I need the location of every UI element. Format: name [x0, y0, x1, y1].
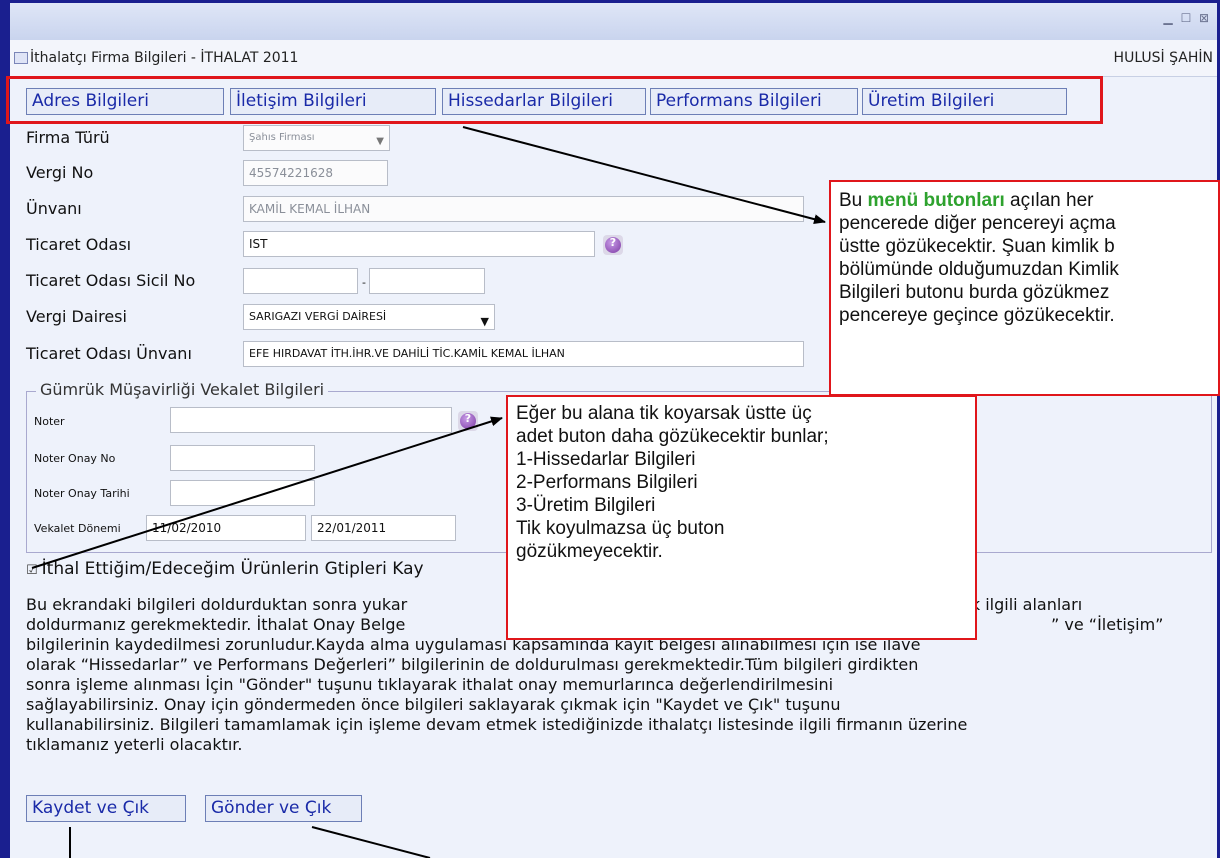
instructions-line: ek ilgili alanları	[961, 595, 1083, 614]
noter-onay-tarihi-input[interactable]	[170, 480, 315, 506]
ticaret-odasi-input[interactable]: IST	[243, 231, 595, 257]
vekalet-start-input[interactable]: 11/02/2010	[146, 515, 306, 541]
vekalet-legend: Gümrük Müşavirliği Vekalet Bilgileri	[36, 380, 329, 399]
callout-text: açılan her	[1004, 190, 1094, 211]
label-noter: Noter	[34, 415, 65, 428]
panel-header: İthalatçı Firma Bilgileri - İTHALAT 2011…	[10, 40, 1217, 77]
callout-text: 3-Üretim Bilgileri	[516, 495, 656, 516]
instructions-line: sağlayabilirsiniz. Onay için göndermeden…	[26, 695, 841, 714]
label-noter-onay-tarihi: Noter Onay Tarihi	[34, 487, 130, 500]
callout-text: pencereye geçince gözükecektir.	[839, 305, 1115, 326]
help-icon[interactable]: ?	[458, 411, 478, 431]
checkbox-checked-icon[interactable]: ☑	[26, 563, 38, 578]
oda-unvani-input[interactable]: EFE HIRDAVAT İTH.İHR.VE DAHİLİ TİC.KAMİL…	[243, 341, 804, 367]
noter-input[interactable]	[170, 407, 452, 433]
window-controls: ▁ ☐ ⊠	[1161, 11, 1211, 25]
label-vergi-dairesi: Vergi Dairesi	[26, 307, 127, 326]
gtip-checkbox-row[interactable]: ☑ İthal Ettiğim/Edeceğim Ürünlerin Gtiple…	[26, 559, 424, 579]
callout-text: bölümünde olduğumuzdan Kimlik	[839, 259, 1119, 280]
callout-text: gözükmeyecektir.	[516, 541, 663, 562]
callout-highlight: menü butonları	[867, 190, 1005, 211]
save-and-exit-button[interactable]: Kaydet ve Çık	[26, 795, 186, 822]
label-sicil-no: Ticaret Odası Sicil No	[26, 271, 196, 290]
label-noter-onay-no: Noter Onay No	[34, 452, 116, 465]
callout-text: Bu	[839, 190, 868, 211]
sicil-no-input-1[interactable]	[243, 268, 358, 294]
callout-text: pencerede diğer pencereyi açma	[839, 213, 1116, 234]
instructions-line: sonra işleme alınması İçin "Gönder" tuşu…	[26, 675, 834, 694]
chevron-down-icon: ▼	[480, 315, 489, 328]
gtip-checkbox-label: İthal Ettiğim/Edeceğim Ürünlerin Gtipler…	[41, 559, 424, 579]
callout-text: 1-Hissedarlar Bilgileri	[516, 449, 696, 470]
tab-uretim-bilgileri[interactable]: Üretim Bilgileri	[862, 88, 1067, 115]
vergi-no-input[interactable]: 45574221628	[243, 160, 388, 186]
instructions-line: kullanabilirsiniz. Bilgileri tamamlamak …	[26, 715, 968, 734]
instructions-line: ” ve “İletişim”	[1051, 615, 1164, 634]
label-vekalet-donemi: Vekalet Dönemi	[34, 522, 121, 535]
window-icon	[14, 52, 28, 64]
noter-onay-no-input[interactable]	[170, 445, 315, 471]
unvani-input[interactable]: KAMİL KEMAL İLHAN	[243, 196, 804, 222]
firma-turu-value: Şahıs Firması	[249, 132, 315, 143]
callout-text: üstte gözükecektir. Şuan kimlik b	[839, 236, 1115, 257]
send-and-exit-button[interactable]: Gönder ve Çık	[205, 795, 362, 822]
callout-text: Bilgileri butonu burda gözükmez	[839, 282, 1110, 303]
instructions-line: doldurmanız gerekmektedir. İthalat Onay …	[26, 615, 406, 634]
menu-callout: Bu menü butonları açılan her pencerede d…	[829, 180, 1220, 396]
minimize-icon[interactable]: ▁	[1161, 11, 1175, 25]
checkbox-callout: Eğer bu alana tik koyarsak üstte üç adet…	[506, 395, 977, 640]
tab-iletisim-bilgileri[interactable]: İletişim Bilgileri	[230, 88, 436, 115]
callout-text: Eğer bu alana tik koyarsak üstte üç	[516, 403, 812, 424]
instructions-line: Bu ekrandaki bilgileri doldurduktan sonr…	[26, 595, 408, 614]
label-vergi-no: Vergi No	[26, 163, 94, 182]
tab-hissedarlar-bilgileri[interactable]: Hissedarlar Bilgileri	[442, 88, 646, 115]
tab-performans-bilgileri[interactable]: Performans Bilgileri	[650, 88, 858, 115]
sicil-no-input-2[interactable]	[369, 268, 485, 294]
help-icon[interactable]: ?	[603, 235, 623, 255]
vekalet-end-input[interactable]: 22/01/2011	[311, 515, 456, 541]
sicil-no-separator: -	[362, 276, 366, 289]
label-oda-unvani: Ticaret Odası Ünvanı	[26, 344, 192, 363]
callout-text: Tik koyulmazsa üç buton	[516, 518, 725, 539]
instructions-line: olarak “Hissedarlar” ve Performans Değer…	[26, 655, 919, 674]
user-name: HULUSİ ŞAHİN	[1113, 50, 1213, 66]
close-icon[interactable]: ⊠	[1197, 11, 1211, 25]
label-ticaret-odasi: Ticaret Odası	[26, 235, 132, 254]
vergi-dairesi-select[interactable]: SARIGAZI VERGİ DAİRESİ ▼	[243, 304, 495, 330]
instructions-line: tıklamanız yeterli olacaktır.	[26, 735, 243, 754]
chevron-down-icon: ▼	[376, 136, 384, 147]
panel-title: İthalatçı Firma Bilgileri - İTHALAT 2011	[30, 50, 299, 66]
label-firma-turu: Firma Türü	[26, 128, 110, 147]
tab-adres-bilgileri[interactable]: Adres Bilgileri	[26, 88, 224, 115]
label-unvani: Ünvanı	[26, 199, 82, 218]
callout-text: 2-Performans Bilgileri	[516, 472, 698, 493]
window-titlebar: ▁ ☐ ⊠	[10, 3, 1217, 40]
vergi-dairesi-value: SARIGAZI VERGİ DAİRESİ	[249, 310, 387, 323]
firma-turu-select[interactable]: Şahıs Firması ▼	[243, 125, 390, 151]
callout-text: adet buton daha gözükecektir bunlar;	[516, 426, 829, 447]
maximize-icon[interactable]: ☐	[1179, 11, 1193, 25]
